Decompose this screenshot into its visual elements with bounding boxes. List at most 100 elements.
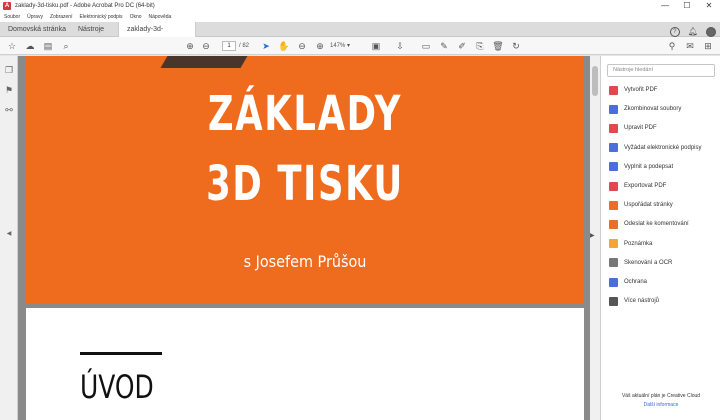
tool-icon — [609, 277, 618, 287]
tool-icon — [609, 85, 618, 95]
tool-label: Exportovat PDF — [624, 183, 667, 189]
tab-bar: Domovská stránka Nástroje zaklady-3d-tis… — [0, 22, 720, 48]
tab-tools[interactable]: Nástroje — [78, 22, 118, 37]
tool-item[interactable]: Upravit PDF — [609, 122, 657, 134]
highlight-pen-icon[interactable]: ✎ — [438, 40, 450, 52]
expand-left-pane-icon[interactable]: ◀ — [3, 228, 15, 240]
stamp-icon[interactable]: ⎘ — [474, 40, 486, 52]
tools-pane: Nástroje hledání Vytvořit PDF Zkombinovat… — [600, 56, 720, 420]
tool-icon — [609, 123, 618, 133]
tool-item[interactable]: Poznámka — [609, 238, 652, 250]
page-thumbnails-icon[interactable]: ❐ — [3, 64, 15, 76]
hand-tool-icon[interactable]: ✋ — [278, 40, 290, 52]
title-line-2: 3D TISKU — [206, 156, 404, 212]
tool-item[interactable]: Exportovat PDF — [609, 180, 666, 192]
attachments-icon[interactable]: ⚯ — [3, 104, 15, 116]
tool-item[interactable]: Uspořádat stránky — [609, 199, 673, 211]
tool-label: Vytvořit PDF — [624, 87, 658, 93]
tool-icon — [609, 219, 618, 229]
title-bar: A zaklady-3d-tisku.pdf - Adobe Acrobat P… — [0, 0, 720, 12]
menu-help[interactable]: Nápověda — [149, 14, 172, 20]
help-icon[interactable]: ? — [669, 27, 680, 37]
tool-label: Zkombinovat soubory — [624, 106, 682, 113]
plan-text: Váš aktuální plán je Creative Cloud — [621, 393, 701, 399]
menu-file[interactable]: Soubor — [4, 14, 20, 20]
tool-icon — [609, 239, 618, 249]
menu-edit[interactable]: Úpravy — [27, 14, 43, 20]
tool-label: Skenování a OCR — [624, 259, 673, 266]
tab-home[interactable]: Domovská stránka — [8, 22, 68, 37]
document-viewer[interactable]: ZÁKLADY 3D TISKU s Josefem Průšou ÚVOD ▶ — [18, 56, 600, 420]
subtitle: s Josefem Průšou — [243, 252, 367, 271]
zoom-out-icon[interactable]: ⊖ — [296, 40, 308, 52]
tool-icon — [609, 200, 618, 210]
bookmarks-icon[interactable]: ⚑ — [3, 84, 15, 96]
print-icon[interactable]: ▤ — [42, 40, 54, 52]
page-2: ÚVOD — [26, 308, 584, 420]
page-total: / 82 — [239, 43, 250, 49]
plan-footer: Váš aktuální plán je Creative Cloud Dalš… — [601, 392, 720, 410]
search-icon[interactable]: ⌕ — [60, 40, 72, 52]
menu-esign[interactable]: Elektronický podpis — [79, 14, 122, 20]
bell-icon[interactable]: 🔔︎ — [688, 27, 698, 37]
more-info-link[interactable]: Další informace — [601, 401, 720, 410]
page-up-icon[interactable]: ⊕ — [184, 40, 196, 52]
scroll-mode-icon[interactable]: ⇩ — [394, 40, 406, 52]
menu-bar: Soubor Úpravy Zobrazení Elektronický pod… — [0, 12, 720, 22]
select-cursor-icon[interactable]: ➤ — [260, 40, 272, 52]
tool-label: Poznámka — [624, 240, 653, 247]
page-down-icon[interactable]: ⊖ — [200, 40, 212, 52]
tool-item[interactable]: Odeslat ke komentování — [609, 218, 689, 230]
mail-icon[interactable]: ✉ — [684, 40, 696, 52]
acrobat-logo-icon: A — [3, 2, 11, 10]
expand-right-pane-icon[interactable]: ▶ — [590, 232, 595, 239]
rotate-icon[interactable]: ↻ — [510, 40, 522, 52]
bookmark-add-icon[interactable]: ☆ — [6, 40, 18, 52]
tool-label: Upravit PDF — [624, 125, 657, 132]
tool-label: Uspořádat stránky — [624, 202, 673, 209]
close-window-button[interactable]: ✕ — [698, 0, 720, 12]
tool-item[interactable]: Skenování a OCR — [609, 257, 672, 269]
upload-cloud-icon[interactable]: ☁ — [24, 40, 36, 52]
tool-label: Ochrana — [624, 279, 648, 285]
tool-icon — [609, 181, 618, 191]
panel-toggle-icon[interactable]: ⊞ — [702, 40, 714, 52]
main-toolbar: ☆ ☁ ▤ ⌕ ⊕ ⊖ 1 / 82 ➤ ✋ ⊖ ⊕ 147% ▾ ▣ ⇩ ▭ … — [0, 37, 720, 55]
page-heading: ÚVOD — [80, 368, 154, 406]
scrollbar-thumb[interactable] — [592, 66, 598, 96]
window-title: zaklady-3d-tisku.pdf - Adobe Acrobat Pro… — [15, 3, 155, 9]
fit-page-icon[interactable]: ▣ — [370, 40, 382, 52]
menu-window[interactable]: Okno — [130, 14, 142, 20]
comment-icon[interactable]: ▭ — [420, 40, 432, 52]
tool-icon — [609, 162, 618, 172]
tool-label: Vyplnit a podepsat — [624, 163, 674, 170]
heading-rule — [80, 352, 162, 355]
draw-icon[interactable]: ✐ — [456, 40, 468, 52]
tab-document[interactable]: zaklady-3d-tisku.pdf× — [118, 22, 196, 48]
share-icon[interactable]: ⚲ — [666, 40, 678, 52]
tool-label: Více nástrojů — [624, 298, 660, 305]
zoom-in-icon[interactable]: ⊕ — [314, 40, 326, 52]
tools-search-input[interactable]: Nástroje hledání — [607, 64, 715, 77]
tool-item[interactable]: Vyplnit a podepsat — [609, 161, 673, 173]
tool-item[interactable]: Více nástrojů — [609, 295, 659, 307]
tool-icon — [609, 104, 618, 114]
title-line-1: ZÁKLADY — [207, 86, 403, 142]
zoom-select[interactable]: 147% ▾ — [330, 41, 362, 51]
left-navigation-pane: ❐ ⚑ ⚯ ◀ — [0, 56, 18, 420]
page-number-input[interactable]: 1 — [222, 41, 236, 51]
maximize-button[interactable]: ☐ — [676, 0, 698, 12]
tool-item[interactable]: Vyžádat elektronické podpisy — [609, 142, 702, 154]
menu-view[interactable]: Zobrazení — [50, 14, 73, 20]
tool-item[interactable]: Ochrana — [609, 276, 647, 288]
avatar[interactable] — [706, 27, 716, 37]
tool-item[interactable]: Zkombinovat soubory — [609, 103, 681, 115]
minimize-button[interactable]: — — [654, 0, 676, 12]
delete-icon[interactable]: 🗑︎ — [492, 40, 504, 52]
tool-icon — [609, 143, 618, 153]
printer-graphic — [160, 56, 248, 68]
tool-icon — [609, 296, 618, 306]
tool-icon — [609, 258, 618, 268]
tool-item[interactable]: Vytvořit PDF — [609, 84, 657, 96]
title-page: ZÁKLADY 3D TISKU s Josefem Průšou — [26, 56, 584, 304]
